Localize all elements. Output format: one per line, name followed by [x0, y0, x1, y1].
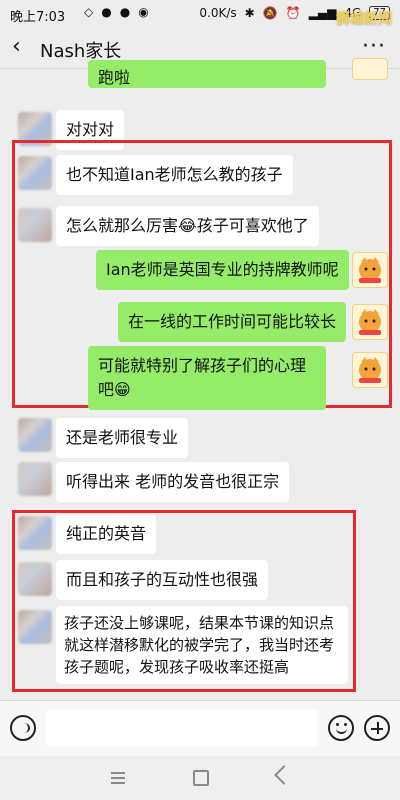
message-text: 在一线的工作时间可能比较长 — [128, 312, 337, 331]
message-bubble[interactable]: 可能就特别了解孩子们的心理吧😁 — [88, 346, 326, 410]
home-icon[interactable] — [193, 770, 209, 786]
shield-icon: ◇ — [84, 5, 94, 19]
status-notification-icons: ◇ ● ● ◉ — [84, 5, 149, 19]
message-bubble[interactable]: 在一线的工作时间可能比较长 — [118, 302, 347, 342]
avatar[interactable] — [18, 610, 52, 644]
avatar[interactable] — [18, 462, 52, 496]
message-text: 纯正的英音 — [66, 524, 147, 543]
message-bubble[interactable]: Ian老师是英国专业的持牌教师呢 — [96, 250, 349, 290]
cat-avatar-icon — [359, 357, 381, 383]
back-arrow-icon[interactable]: ‹ — [12, 34, 21, 59]
avatar[interactable] — [352, 304, 388, 340]
signal-icon: ▂▄▆ — [308, 6, 337, 20]
message-bubble[interactable]: 还是老师很专业 — [56, 418, 189, 458]
message-text: 听得出来 老师的发音也很正宗 — [66, 472, 280, 491]
message-input[interactable] — [46, 709, 318, 747]
system-nav-bar — [0, 756, 400, 800]
app-icon: ● — [119, 5, 131, 19]
avatar[interactable] — [18, 562, 52, 596]
menu-icon[interactable] — [111, 772, 125, 784]
message-bubble[interactable]: 跑啦 — [88, 60, 326, 88]
watermark-logo: 狮城新闻 — [336, 11, 392, 27]
status-bar: 晚上7:03 ◇ ● ● ◉ 0.0K/s ✱ 🔕 ⏰ ▂▄▆ 4G 77 狮城… — [0, 0, 400, 28]
message-text: 跑啦 — [98, 68, 131, 87]
input-bar — [0, 700, 400, 757]
avatar[interactable] — [352, 352, 388, 388]
message-text: 对对对 — [66, 120, 115, 139]
cat-avatar-icon — [359, 309, 381, 335]
back-icon[interactable] — [274, 765, 294, 785]
voice-input-icon[interactable] — [10, 715, 36, 741]
location-icon: ◉ — [138, 5, 149, 19]
more-options-icon[interactable]: ··· — [362, 34, 386, 59]
message-text: Ian老师是英国专业的持牌教师呢 — [106, 260, 339, 279]
avatar[interactable] — [352, 252, 388, 288]
message-text: 可能就特别了解孩子们的心理吧😁 — [98, 356, 307, 399]
emoji-icon[interactable] — [328, 715, 354, 741]
network-speed: 0.0K/s — [199, 6, 237, 20]
plus-icon[interactable] — [364, 715, 390, 741]
message-bubble[interactable]: 孩子还没上够课呢，结果本节课的知识点就这样潜移默化的被学完了，我当时还考孩子题呢… — [56, 606, 348, 684]
avatar[interactable] — [18, 208, 52, 242]
avatar[interactable] — [18, 418, 52, 452]
message-text: 也不知道Ian老师怎么教的孩子 — [66, 165, 283, 184]
avatar[interactable] — [18, 516, 52, 550]
mute-icon: 🔕 — [262, 6, 278, 20]
status-time: 晚上7:03 — [10, 10, 66, 25]
message-text: 孩子还没上够课呢，结果本节课的知识点就这样潜移默化的被学完了，我当时还考孩子题呢… — [64, 614, 335, 676]
alarm-icon: ⏰ — [285, 6, 301, 20]
message-bubble[interactable]: 而且和孩子的互动性也很强 — [56, 560, 269, 600]
message-bubble[interactable]: 也不知道Ian老师怎么教的孩子 — [56, 155, 293, 195]
avatar[interactable] — [352, 58, 388, 80]
cat-avatar-icon — [359, 257, 381, 283]
message-text: 怎么就那么厉害😂孩子可喜欢他了 — [66, 216, 309, 235]
message-text: 还是老师很专业 — [66, 428, 179, 447]
message-bubble[interactable]: 怎么就那么厉害😂孩子可喜欢他了 — [56, 206, 319, 246]
bluetooth-icon: ✱ — [244, 6, 255, 20]
message-bubble[interactable]: 纯正的英音 — [56, 514, 157, 554]
message-text: 而且和孩子的互动性也很强 — [66, 570, 259, 589]
notification-icon: ● — [101, 5, 112, 19]
message-bubble[interactable]: 听得出来 老师的发音也很正宗 — [56, 462, 290, 502]
avatar[interactable] — [18, 156, 52, 190]
